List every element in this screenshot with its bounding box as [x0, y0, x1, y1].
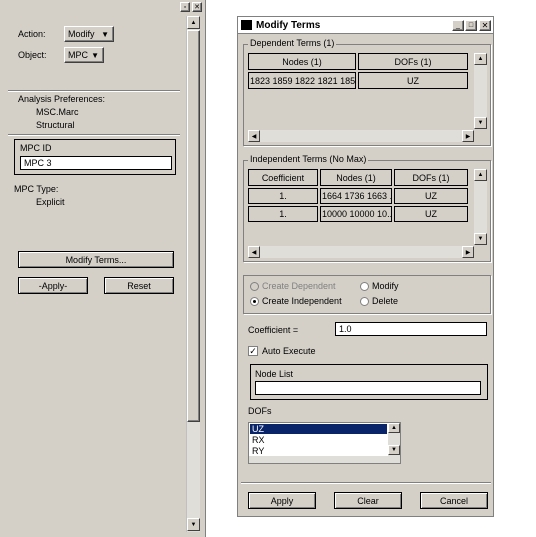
mpc-type-value: Explicit: [36, 197, 65, 207]
clear-button[interactable]: Clear: [334, 492, 402, 509]
vertical-scrollbar[interactable]: ▲ ▼: [474, 169, 487, 245]
scroll-right-icon[interactable]: ▶: [462, 130, 474, 142]
mpc-id-input[interactable]: MPC 3: [20, 156, 172, 170]
scroll-right-icon[interactable]: ▶: [462, 246, 474, 258]
divider: [8, 90, 180, 92]
vertical-scrollbar[interactable]: ▲ ▼: [474, 53, 487, 129]
window-icon: [241, 20, 252, 30]
listbox-hscrollbar[interactable]: [249, 456, 388, 463]
scroll-up-icon[interactable]: ▲: [187, 16, 200, 29]
node-list-input[interactable]: [255, 381, 481, 395]
radio-button[interactable]: [360, 281, 369, 291]
object-label: Object:: [18, 50, 47, 60]
table-cell[interactable]: 1823 1859 1822 1821 185...: [248, 72, 356, 89]
float-icon[interactable]: ▫: [180, 2, 190, 12]
scroll-up-icon[interactable]: ▲: [388, 423, 400, 433]
dropdown-arrow-icon: ▼: [101, 29, 109, 39]
radio-button[interactable]: [360, 296, 369, 306]
action-dropdown[interactable]: Modify ▼: [64, 26, 114, 42]
table-cell[interactable]: UZ: [394, 188, 468, 204]
horizontal-scrollbar[interactable]: ◀ ▶: [248, 130, 474, 142]
create-dependent-option[interactable]: Create Dependent: [250, 281, 336, 291]
table-cell[interactable]: 1.: [248, 206, 318, 222]
modify-option[interactable]: Modify: [360, 281, 399, 291]
table-cell[interactable]: UZ: [358, 72, 468, 89]
create-dependent-label: Create Dependent: [262, 281, 336, 291]
table-cell[interactable]: 1.: [248, 188, 318, 204]
apply-button[interactable]: -Apply-: [18, 277, 88, 294]
auto-execute-option[interactable]: ✓ Auto Execute: [248, 346, 316, 356]
scroll-up-icon[interactable]: ▲: [474, 53, 487, 65]
close-icon[interactable]: ✕: [192, 2, 202, 12]
dropdown-arrow-icon: ▼: [91, 50, 99, 60]
independent-terms-legend: Independent Terms (No Max): [248, 154, 369, 164]
radio-button-selected[interactable]: [250, 296, 259, 306]
table-header[interactable]: DOFs (1): [358, 53, 468, 70]
analysis-type: Structural: [36, 120, 75, 130]
list-item-selected[interactable]: UZ: [250, 424, 387, 434]
horizontal-scrollbar[interactable]: ◀ ▶: [248, 246, 474, 258]
table-header[interactable]: Nodes (1): [248, 53, 356, 70]
coefficient-input[interactable]: 1.0: [335, 322, 487, 336]
table-cell[interactable]: 1664 1736 1663 ...: [320, 188, 392, 204]
dofs-listbox[interactable]: UZ RX RY ▲ ▼: [248, 422, 401, 464]
reset-button[interactable]: Reset: [104, 277, 174, 294]
dialog-title: Modify Terms: [256, 20, 321, 31]
minimize-icon[interactable]: _: [452, 20, 464, 31]
modify-label: Modify: [372, 281, 399, 291]
table-cell[interactable]: UZ: [394, 206, 468, 222]
scroll-left-icon[interactable]: ◀: [248, 246, 260, 258]
list-item[interactable]: RY: [250, 446, 387, 456]
node-list-label: Node List: [255, 369, 294, 379]
object-dropdown[interactable]: MPC ▼: [64, 47, 104, 63]
scroll-down-icon[interactable]: ▼: [388, 445, 400, 455]
delete-option[interactable]: Delete: [360, 296, 398, 306]
modify-terms-button[interactable]: Modify Terms...: [18, 251, 174, 268]
object-value: MPC: [68, 50, 88, 60]
independent-terms-table: Coefficient Nodes (1) DOFs (1) 1. 1664 1…: [246, 167, 489, 259]
dofs-label: DOFs: [248, 406, 272, 416]
dependent-terms-table: Nodes (1) DOFs (1) 1823 1859 1822 1821 1…: [246, 51, 489, 143]
divider: [241, 482, 491, 484]
action-label: Action:: [18, 29, 46, 39]
list-item[interactable]: RX: [250, 435, 387, 445]
analysis-code: MSC.Marc: [36, 107, 79, 117]
divider: [8, 134, 180, 136]
table-cell[interactable]: 10000 10000 10...: [320, 206, 392, 222]
close-icon[interactable]: ✕: [479, 20, 491, 31]
scroll-left-icon[interactable]: ◀: [248, 130, 260, 142]
left-panel: [0, 0, 206, 537]
listbox-scrollbar[interactable]: ▲ ▼: [388, 423, 400, 463]
dialog-title-bar: Modify Terms _ □ ✕: [238, 17, 493, 34]
scroll-down-icon[interactable]: ▼: [187, 518, 200, 531]
left-panel-scrollbar[interactable]: ▲ ▼: [186, 16, 200, 532]
analysis-preferences-label: Analysis Preferences:: [18, 94, 106, 104]
apply-button[interactable]: Apply: [248, 492, 316, 509]
scroll-up-icon[interactable]: ▲: [474, 169, 487, 181]
maximize-icon[interactable]: □: [465, 20, 477, 31]
scroll-thumb[interactable]: [187, 30, 200, 422]
table-header[interactable]: Nodes (1): [320, 169, 392, 186]
auto-execute-label: Auto Execute: [262, 346, 316, 356]
dependent-terms-legend: Dependent Terms (1): [248, 38, 337, 48]
radio-button[interactable]: [250, 281, 259, 291]
cancel-button[interactable]: Cancel: [420, 492, 488, 509]
scroll-down-icon[interactable]: ▼: [474, 233, 487, 245]
checkbox-checked-icon[interactable]: ✓: [248, 346, 258, 356]
table-header[interactable]: Coefficient: [248, 169, 318, 186]
scroll-down-icon[interactable]: ▼: [474, 117, 487, 129]
create-independent-option[interactable]: Create Independent: [250, 296, 342, 306]
mpc-id-label: MPC ID: [20, 143, 52, 153]
mpc-type-label: MPC Type:: [14, 184, 59, 194]
delete-label: Delete: [372, 296, 399, 306]
table-header[interactable]: DOFs (1): [394, 169, 468, 186]
coefficient-label: Coefficient =: [248, 325, 299, 335]
mpc-id-group: MPC ID MPC 3: [14, 139, 176, 175]
create-independent-label: Create Independent: [262, 296, 342, 306]
action-value: Modify: [68, 29, 95, 39]
